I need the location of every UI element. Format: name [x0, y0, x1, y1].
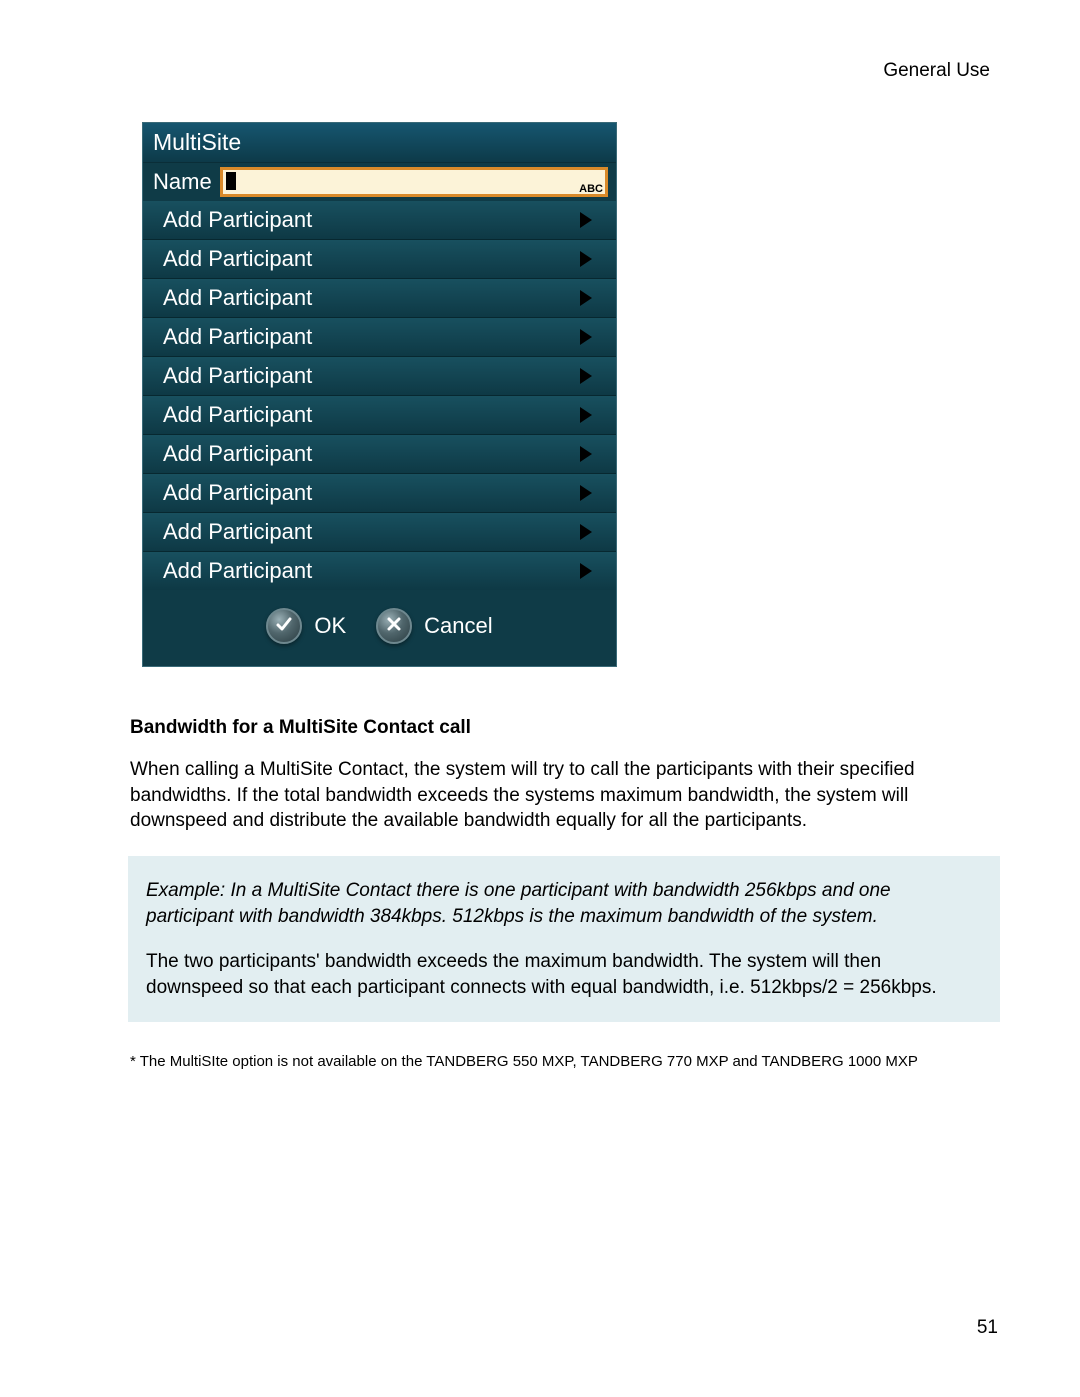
name-label: Name [153, 169, 212, 195]
check-icon [274, 614, 294, 639]
example-body: The two participants' bandwidth exceeds … [146, 949, 982, 1000]
participant-label: Add Participant [163, 558, 312, 584]
participant-row[interactable]: Add Participant [143, 396, 616, 435]
participant-row[interactable]: Add Participant [143, 279, 616, 318]
name-row: Name ABC [143, 163, 616, 201]
participant-label: Add Participant [163, 207, 312, 233]
input-mode-badge: ABC [579, 183, 603, 195]
participant-row[interactable]: Add Participant [143, 318, 616, 357]
participant-label: Add Participant [163, 246, 312, 272]
participant-list: Add Participant Add Participant Add Part… [143, 201, 616, 590]
name-input[interactable] [220, 167, 608, 197]
participant-label: Add Participant [163, 441, 312, 467]
footnote: * The MultiSIte option is not available … [130, 1052, 1000, 1072]
text-cursor-icon [226, 172, 236, 190]
name-input-wrap[interactable]: ABC [220, 167, 608, 197]
page-number: 51 [977, 1317, 998, 1339]
section-heading: Bandwidth for a MultiSite Contact call [130, 717, 1000, 739]
participant-row[interactable]: Add Participant [143, 513, 616, 552]
chevron-right-icon [578, 328, 594, 346]
participant-row[interactable]: Add Participant [143, 552, 616, 590]
chevron-right-icon [578, 289, 594, 307]
participant-row[interactable]: Add Participant [143, 240, 616, 279]
chevron-right-icon [578, 250, 594, 268]
chevron-right-icon [578, 562, 594, 580]
chevron-right-icon [578, 445, 594, 463]
participant-label: Add Participant [163, 324, 312, 350]
chevron-right-icon [578, 484, 594, 502]
ok-label: OK [314, 613, 346, 639]
dialog-button-bar: OK Cancel [143, 590, 616, 666]
participant-row[interactable]: Add Participant [143, 201, 616, 240]
dialog-title: MultiSite [143, 123, 616, 163]
participant-label: Add Participant [163, 480, 312, 506]
cancel-button[interactable] [376, 608, 412, 644]
ok-button[interactable] [266, 608, 302, 644]
close-icon [385, 615, 403, 638]
chevron-right-icon [578, 211, 594, 229]
participant-label: Add Participant [163, 519, 312, 545]
participant-row[interactable]: Add Participant [143, 474, 616, 513]
participant-label: Add Participant [163, 363, 312, 389]
page-header: General Use [130, 60, 1000, 82]
participant-label: Add Participant [163, 402, 312, 428]
chevron-right-icon [578, 406, 594, 424]
participant-row[interactable]: Add Participant [143, 357, 616, 396]
multisite-dialog: MultiSite Name ABC Add Participant Add P… [142, 122, 617, 667]
participant-label: Add Participant [163, 285, 312, 311]
participant-row[interactable]: Add Participant [143, 435, 616, 474]
section-body: When calling a MultiSite Contact, the sy… [130, 757, 1000, 834]
cancel-label: Cancel [424, 613, 492, 639]
chevron-right-icon [578, 523, 594, 541]
example-italic: Example: In a MultiSite Contact there is… [146, 878, 982, 929]
example-box: Example: In a MultiSite Contact there is… [128, 856, 1000, 1023]
chevron-right-icon [578, 367, 594, 385]
